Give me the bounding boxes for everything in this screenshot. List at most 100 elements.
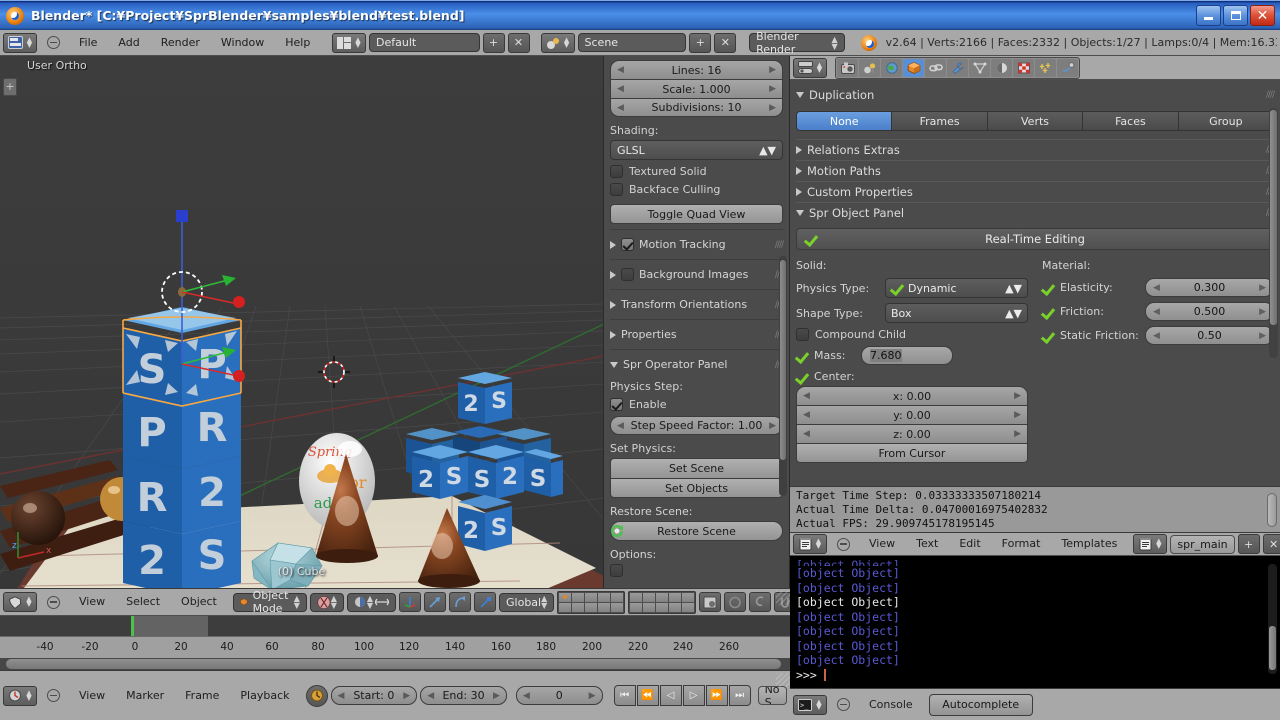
add-screen-button[interactable]: + (482, 32, 505, 53)
npanel-scrollbar[interactable] (779, 256, 787, 496)
shading-mode-select[interactable]: GLSL ▲▼ (610, 140, 783, 160)
jump-prev-keyframe-button[interactable]: ⏪ (636, 685, 659, 706)
timeline-menu-playback[interactable]: Playback (231, 687, 298, 705)
layer-cell[interactable] (559, 592, 572, 602)
scene-layers-group-1[interactable] (557, 590, 626, 614)
timeline-menu-view[interactable]: View (70, 687, 114, 705)
center-z-field[interactable]: ◀ z: 0.00 ▶ (796, 424, 1028, 443)
autocomplete-button[interactable]: Autocomplete (928, 693, 1033, 716)
toggle-quad-view-button[interactable]: Toggle Quad View (610, 204, 783, 224)
timeline-menu-marker[interactable]: Marker (117, 687, 173, 705)
center-y-field[interactable]: ◀ y: 0.00 ▶ (796, 405, 1028, 424)
start-frame-field[interactable]: ◀ Start: 0 ▶ (330, 686, 418, 705)
timeline-playhead[interactable] (131, 616, 134, 636)
set-scene-button[interactable]: Set Scene (610, 458, 783, 478)
layer-cell[interactable] (585, 592, 598, 602)
editor-type-selector-properties[interactable]: ▲ ▼ (793, 57, 827, 78)
close-button[interactable]: ✕ (1250, 5, 1275, 26)
render-engine-select[interactable]: Blender Render ▲ ▼ (749, 30, 845, 56)
play-reverse-button[interactable]: ◁ (659, 685, 682, 706)
step-speed-factor-field[interactable]: ◀ Step Speed Factor: 1.00 ▶ (610, 416, 783, 435)
layer-cell[interactable] (585, 602, 598, 612)
area-resize-grip[interactable] (776, 673, 790, 687)
panel-header-custom-properties[interactable]: Custom Properties //// (796, 181, 1275, 202)
layer-cell[interactable] (630, 592, 643, 602)
section-transform-orientations[interactable]: Transform Orientations //// (610, 295, 784, 314)
section-spr-operator-panel[interactable]: Spr Operator Panel //// (610, 355, 784, 374)
layer-cell[interactable] (559, 602, 572, 612)
layer-cell[interactable] (669, 592, 682, 602)
checkbox-icon[interactable] (621, 268, 634, 281)
friction-field[interactable]: ◀ 0.500 ▶ (1145, 302, 1274, 321)
menu-help[interactable]: Help (276, 34, 319, 52)
properties-tab-texture[interactable] (1013, 58, 1034, 77)
proportional-edit-button[interactable] (749, 592, 772, 612)
duplication-option-group[interactable]: Group (1178, 111, 1275, 131)
render-border-button[interactable] (724, 592, 747, 612)
text-menu-edit[interactable]: Edit (950, 535, 989, 553)
grid-subdivisions-field[interactable]: ◀ Subdivisions: 10 ▶ (610, 98, 783, 117)
physics-type-select[interactable]: Dynamic ▲▼ (885, 278, 1028, 298)
editor-type-selector-text[interactable]: ▲ ▼ (793, 534, 827, 554)
text-menu-view[interactable]: View (860, 535, 904, 553)
section-background-images[interactable]: Background Images //// (610, 265, 784, 284)
view3d-menu-view[interactable]: View (70, 593, 114, 611)
report-scrollbar[interactable] (1267, 493, 1277, 527)
editor-type-selector-timeline[interactable]: ▲ ▼ (3, 685, 37, 706)
layer-cell[interactable] (598, 592, 611, 602)
transform-orientation-select[interactable]: Global ▲ ▼ (499, 592, 555, 612)
jump-to-start-button[interactable]: ⏮ (613, 685, 636, 706)
render-preview-button[interactable] (699, 592, 722, 612)
end-frame-field[interactable]: ◀ End: 30 ▶ (420, 686, 507, 705)
section-properties[interactable]: Properties //// (610, 325, 784, 344)
panel-header-spr-object-panel[interactable]: Spr Object Panel //// (796, 202, 1275, 223)
restore-scene-button[interactable]: Restore Scene (610, 521, 783, 541)
properties-tab-render[interactable] (837, 58, 858, 77)
set-objects-button[interactable]: Set Objects (610, 478, 783, 498)
compound-child-checkbox[interactable]: Compound Child (796, 328, 1028, 341)
python-console[interactable]: [object Object] [object Object] [object … (790, 556, 1280, 688)
3d-viewport[interactable]: S P P R R 2 2 S 2 S 2 S S 2 S 2 S Spring… (0, 56, 604, 588)
jump-to-end-button[interactable]: ⏭ (728, 685, 751, 706)
text-menu-format[interactable]: Format (993, 535, 1050, 553)
duplication-option-faces[interactable]: Faces (1083, 111, 1179, 131)
editor-type-selector-console[interactable]: >_ ▲ ▼ (793, 694, 827, 715)
scene-layers-group-2[interactable] (628, 590, 697, 614)
delete-scene-button[interactable]: ✕ (714, 32, 737, 53)
mass-input[interactable]: 7.680 (861, 346, 953, 365)
layer-cell[interactable] (656, 602, 669, 612)
viewport-shading-select[interactable]: ▲ ▼ (309, 592, 344, 612)
layer-cell[interactable] (643, 592, 656, 602)
minimize-button[interactable] (1196, 5, 1221, 26)
console-menu[interactable]: Console (860, 696, 922, 714)
shape-type-select[interactable]: Box ▲▼ (885, 303, 1028, 323)
viewport-toolshelf-toggle[interactable]: + (3, 78, 17, 96)
scene-field[interactable]: Scene (577, 33, 687, 52)
grid-lines-field[interactable]: ◀ Lines: 16 ▶ (610, 60, 783, 79)
play-button[interactable]: ▷ (682, 685, 705, 706)
layer-cell[interactable] (682, 602, 695, 612)
backface-culling-checkbox[interactable]: Backface Culling (610, 183, 783, 196)
layer-cell[interactable] (572, 592, 585, 602)
pivot-point-select[interactable]: ▲ ▼ (346, 592, 397, 612)
current-frame-field[interactable]: ◀ 0 ▶ (515, 686, 603, 705)
layer-cell[interactable] (611, 592, 624, 602)
text-datablock-field[interactable]: spr_main (1170, 534, 1235, 554)
layer-cell[interactable] (669, 602, 682, 612)
menu-file[interactable]: File (70, 34, 106, 52)
properties-tab-material[interactable] (991, 58, 1012, 77)
scrollbar-thumb[interactable] (6, 659, 781, 669)
properties-tab-scene[interactable] (859, 58, 880, 77)
screen-layout-field[interactable]: Default (369, 33, 480, 52)
section-motion-tracking[interactable]: Motion Tracking //// (610, 235, 784, 254)
text-menu-text[interactable]: Text (907, 535, 947, 553)
translate-manipulator-button[interactable] (424, 592, 447, 612)
from-cursor-button[interactable]: From Cursor (796, 443, 1028, 463)
new-text-button[interactable]: + (1237, 534, 1260, 554)
scale-manipulator-button[interactable] (474, 592, 497, 612)
timeline-track-area[interactable] (0, 616, 790, 636)
realtime-editing-toggle[interactable]: Real-Time Editing (796, 228, 1274, 250)
center-x-field[interactable]: ◀ x: 0.00 ▶ (796, 386, 1028, 405)
properties-tab-object[interactable] (903, 58, 924, 77)
editor-type-selector-info[interactable]: ▲ ▼ (3, 32, 37, 53)
